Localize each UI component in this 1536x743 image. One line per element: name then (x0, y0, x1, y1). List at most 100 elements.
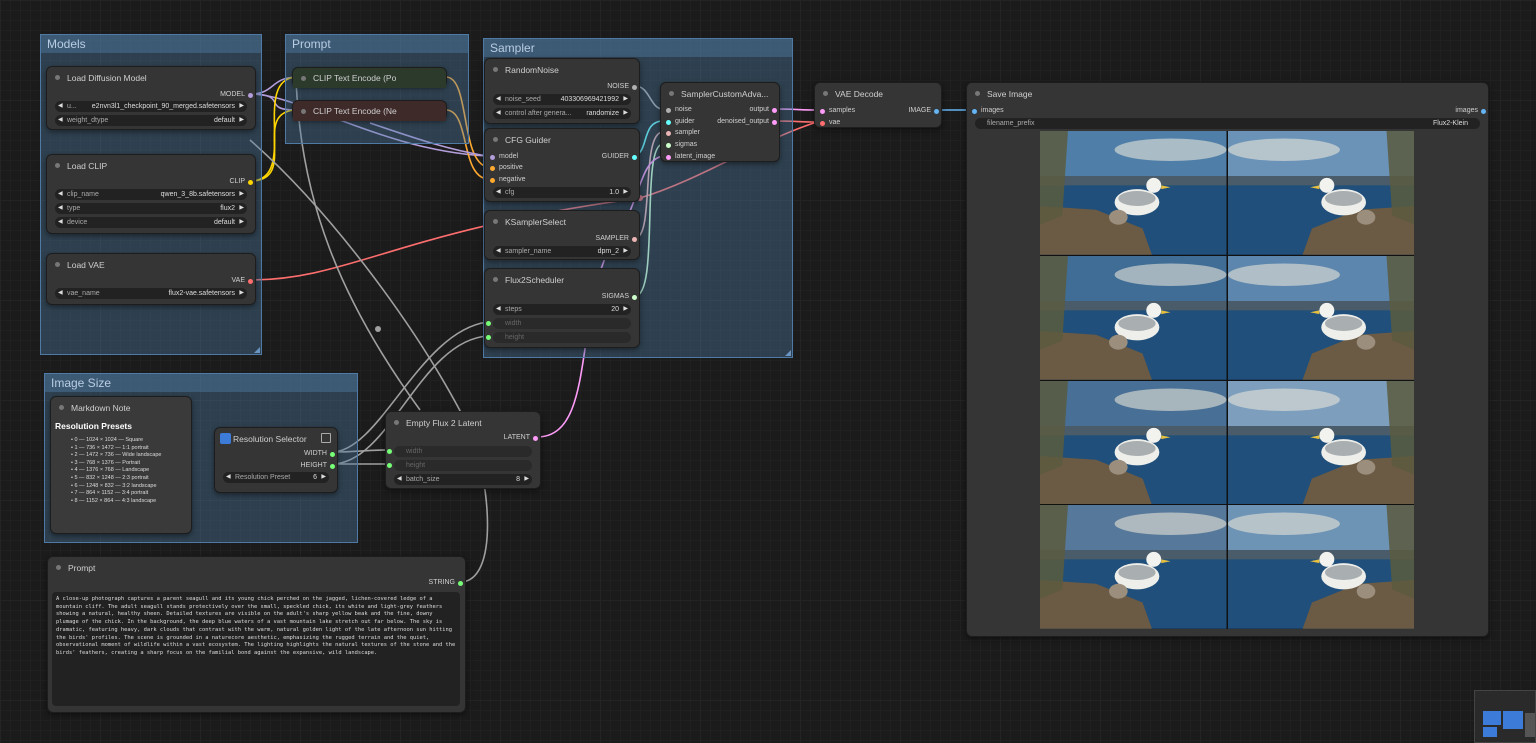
input-guider[interactable]: guider (666, 117, 694, 127)
height-input-widget[interactable]: height (486, 332, 631, 343)
output-dot[interactable] (934, 108, 939, 114)
output-vae[interactable]: VAE (232, 276, 253, 286)
width-input-widget[interactable]: width (387, 446, 532, 457)
output-dot[interactable] (330, 451, 335, 457)
node-markdown-note[interactable]: Markdown Note Resolution Presets • 0 — 1… (50, 396, 192, 534)
output-width[interactable]: WIDTH (304, 449, 335, 459)
output-denoised[interactable]: denoised_output (717, 117, 777, 127)
input-latent-image[interactable]: latent_image (666, 152, 715, 162)
node-ksampler-select[interactable]: KSamplerSelect SAMPLER ◀ sampler_name dpm_… (484, 210, 640, 260)
output-noise[interactable]: NOISE (607, 82, 637, 92)
height-input-widget[interactable]: height (387, 460, 532, 471)
type-combo[interactable]: ◀ type flux2 ▶ (55, 203, 247, 214)
generated-image-5[interactable] (1040, 380, 1227, 505)
input-dot[interactable] (666, 119, 671, 125)
node-cfg-guider[interactable]: CFG Guider GUIDER model positive negativ… (484, 128, 640, 202)
output-height[interactable]: HEIGHT (301, 461, 335, 471)
input-noise[interactable]: noise (666, 105, 692, 115)
input-dot[interactable] (820, 108, 825, 114)
generated-image-1[interactable] (1040, 131, 1227, 255)
output-dot[interactable] (248, 92, 253, 98)
output-dot[interactable] (248, 179, 253, 185)
input-dot[interactable] (486, 321, 491, 326)
output-images[interactable]: images (1455, 106, 1486, 116)
device-combo[interactable]: ◀ device default ▶ (55, 217, 247, 228)
input-positive[interactable]: positive (490, 163, 523, 173)
input-dot[interactable] (490, 154, 495, 160)
node-resolution-selector[interactable]: Resolution Selector WIDTH HEIGHT ◀ Resolu… (214, 427, 338, 493)
input-dot[interactable] (387, 463, 392, 468)
batch-size-number[interactable]: ◀ batch_size 8 ▶ (394, 474, 532, 485)
output-dot[interactable] (632, 84, 637, 90)
expand-icon[interactable] (321, 433, 331, 443)
output-latent[interactable]: LATENT (504, 433, 538, 443)
output-image[interactable]: IMAGE (908, 106, 939, 116)
input-vae[interactable]: vae (820, 118, 840, 128)
output-dot[interactable] (632, 154, 637, 160)
resolution-preset-number[interactable]: ◀ Resolution Preset 6 ▶ (223, 472, 329, 483)
unet-name-combo[interactable]: ◀ u... e2nvn3l1_checkpoint_90_merged.safet… (55, 101, 247, 112)
generated-image-4[interactable] (1227, 255, 1414, 380)
input-dot[interactable] (666, 142, 671, 148)
output-dot[interactable] (458, 580, 463, 586)
vae-name-combo[interactable]: ◀ vae_name flux2-vae.safetensors ▶ (55, 288, 247, 299)
input-dot[interactable] (666, 107, 671, 113)
output-dot[interactable] (632, 294, 637, 300)
output-dot[interactable] (248, 278, 253, 284)
generated-image-7[interactable] (1040, 505, 1227, 629)
generated-image-8[interactable] (1227, 505, 1414, 629)
resize-handle[interactable] (254, 347, 260, 353)
output-string[interactable]: STRING (429, 578, 463, 588)
input-dot[interactable] (666, 130, 671, 136)
group-prompt[interactable]: Prompt (285, 34, 469, 144)
output-sigmas[interactable]: SIGMAS (602, 292, 637, 302)
node-vae-decode[interactable]: VAE Decode samples vae IMAGE (814, 82, 942, 128)
output-model[interactable]: MODEL (220, 90, 253, 100)
clip-name-combo[interactable]: ◀ clip_name qwen_3_8b.safetensors ▶ (55, 189, 247, 200)
node-sampler-custom-advanced[interactable]: SamplerCustomAdva... noise guider sample… (660, 82, 780, 162)
input-negative[interactable]: negative (490, 175, 525, 185)
output-image-grid[interactable] (1040, 131, 1414, 629)
input-images[interactable]: images (972, 106, 1004, 116)
input-sigmas[interactable]: sigmas (666, 140, 697, 150)
input-dot[interactable] (820, 120, 825, 126)
output-output[interactable]: output (750, 105, 777, 115)
node-random-noise[interactable]: RandomNoise NOISE ◀ noise_seed 40330696942… (484, 58, 640, 124)
control-after-generate-combo[interactable]: ◀ control after genera... randomize ▶ (493, 108, 631, 119)
output-sampler[interactable]: SAMPLER (596, 234, 637, 244)
minimap[interactable] (1474, 690, 1536, 743)
generated-image-6[interactable] (1227, 380, 1414, 505)
prompt-textarea[interactable]: A close-up photograph captures a parent … (52, 592, 460, 706)
generated-image-2[interactable] (1227, 131, 1414, 255)
input-dot[interactable] (490, 177, 495, 183)
output-dot[interactable] (330, 463, 335, 469)
generated-image-3[interactable] (1040, 255, 1227, 380)
node-clip-text-encode-negative[interactable]: CLIP Text Encode (Ne (292, 100, 447, 121)
node-clip-text-encode-positive[interactable]: CLIP Text Encode (Po (292, 67, 447, 88)
input-samples[interactable]: samples (820, 106, 855, 116)
width-input-widget[interactable]: width (486, 318, 631, 329)
output-guider[interactable]: GUIDER (602, 152, 637, 162)
output-dot[interactable] (533, 435, 538, 441)
cfg-number[interactable]: ◀ cfg 1.0 ▶ (493, 187, 631, 198)
output-dot[interactable] (632, 236, 637, 242)
output-dot[interactable] (772, 107, 777, 113)
input-dot[interactable] (490, 165, 495, 171)
output-dot[interactable] (1481, 108, 1486, 114)
output-clip[interactable]: CLIP (229, 177, 253, 187)
input-sampler[interactable]: sampler (666, 128, 700, 138)
node-load-clip[interactable]: Load CLIP CLIP ◀ clip_name qwen_3_8b.safet… (46, 154, 256, 234)
input-model[interactable]: model (490, 152, 518, 162)
node-load-vae[interactable]: Load VAE VAE ◀ vae_name flux2-vae.safetens… (46, 253, 256, 305)
input-dot[interactable] (387, 449, 392, 454)
output-dot[interactable] (772, 119, 777, 125)
node-empty-flux2-latent[interactable]: Empty Flux 2 Latent LATENT width height … (385, 411, 541, 489)
node-load-diffusion-model[interactable]: Load Diffusion Model MODEL ◀ u... e2nvn3l1… (46, 66, 256, 130)
resize-handle[interactable] (785, 350, 791, 356)
noise-seed-number[interactable]: ◀ noise_seed 403306969421992 ▶ (493, 94, 631, 105)
filename-prefix-input[interactable]: filename_prefix Flux2-Klein (975, 118, 1480, 129)
node-flux2-scheduler[interactable]: Flux2Scheduler SIGMAS ◀ steps 20 ▶ width he… (484, 268, 640, 348)
weight-dtype-combo[interactable]: ◀ weight_dtype default ▶ (55, 115, 247, 126)
input-dot[interactable] (972, 108, 977, 114)
input-dot[interactable] (486, 335, 491, 340)
